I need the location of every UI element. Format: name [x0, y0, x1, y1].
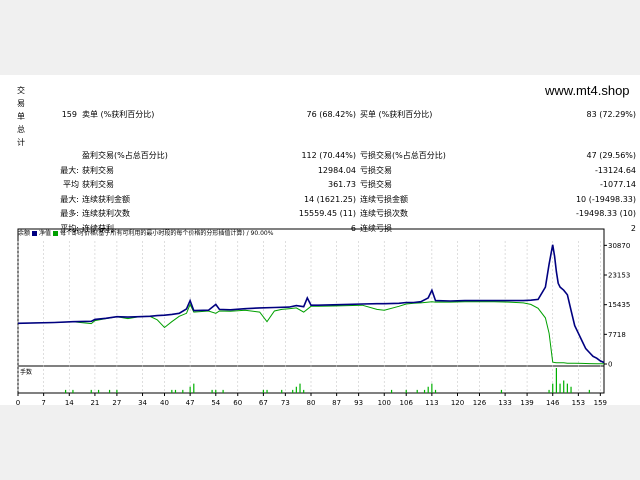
y-tick-label: 23153	[608, 272, 630, 280]
volume-label: 手数	[20, 368, 32, 376]
x-tick-label: 34	[138, 399, 147, 405]
equity-chart: 30870 23153 15435 7718 0 0 7 14 21 27 34 40 47 54 60 67…	[16, 228, 630, 405]
x-tick-label: 120	[451, 399, 464, 405]
x-tick-label: 87	[332, 399, 341, 405]
report-panel: 交 易 单 总 计 www.mt4.shop 159 卖单 (%获利百分比) 76 …	[0, 75, 640, 405]
x-tick-label: 100	[378, 399, 391, 405]
x-tick-label: 93	[354, 399, 363, 405]
x-tick-label: 27	[112, 399, 121, 405]
x-tick-label: 7	[41, 399, 45, 405]
x-tick-label: 67	[259, 399, 268, 405]
x-tick-label: 14	[65, 399, 74, 405]
x-tick-label: 113	[425, 399, 438, 405]
x-tick-label: 139	[520, 399, 533, 405]
x-tick-label: 0	[16, 399, 20, 405]
y-tick-label: 0	[608, 361, 612, 369]
x-tick-label: 21	[90, 399, 99, 405]
x-tick-label: 153	[572, 399, 585, 405]
x-tick-label: 60	[233, 399, 242, 405]
x-tick-label: 47	[186, 399, 195, 405]
y-tick-label: 15435	[608, 301, 630, 309]
x-tick-label: 133	[498, 399, 511, 405]
x-tick-label: 73	[281, 399, 290, 405]
x-tick-label: 80	[307, 399, 316, 405]
x-tick-label: 54	[211, 399, 220, 405]
y-tick-label: 30870	[608, 242, 630, 250]
y-tick-label: 7718	[608, 331, 626, 339]
x-tick-label: 106	[400, 399, 414, 405]
x-tick-label: 159	[594, 399, 607, 405]
x-tick-label: 146	[546, 399, 560, 405]
x-tick-label: 40	[160, 399, 169, 405]
x-tick-label: 126	[473, 399, 487, 405]
